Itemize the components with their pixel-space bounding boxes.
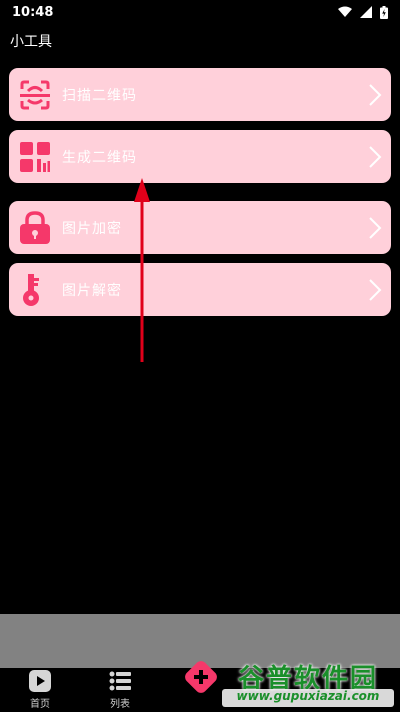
nav-label: 首页 bbox=[30, 699, 50, 710]
battery-icon bbox=[380, 5, 388, 19]
tool-card-encrypt-image[interactable]: 图片加密 bbox=[9, 201, 391, 254]
chevron-right-icon bbox=[369, 146, 382, 168]
nav-item-home[interactable]: 首页 bbox=[10, 670, 70, 710]
nav-label: 列表 bbox=[110, 699, 130, 710]
chevron-right-icon bbox=[369, 279, 382, 301]
tool-label: 扫描二维码 bbox=[62, 88, 137, 104]
wifi-icon bbox=[338, 6, 352, 17]
tool-label: 生成二维码 bbox=[62, 150, 137, 166]
list-icon bbox=[109, 671, 131, 691]
watermark-logo: 谷普软件园 www.gupuxiazai.com bbox=[222, 658, 394, 710]
add-button[interactable] bbox=[182, 658, 220, 696]
nav-item-list[interactable]: 列表 bbox=[90, 670, 150, 710]
status-icons bbox=[338, 5, 388, 19]
chevron-right-icon bbox=[369, 217, 382, 239]
tool-card-decrypt-image[interactable]: 图片解密 bbox=[9, 263, 391, 316]
page-title: 小工具 bbox=[10, 34, 52, 50]
signal-icon bbox=[360, 6, 372, 18]
status-bar: 10:48 bbox=[0, 0, 400, 24]
scan-qr-icon bbox=[19, 79, 51, 111]
tool-label: 图片解密 bbox=[62, 283, 122, 299]
lock-icon bbox=[19, 211, 51, 244]
key-icon bbox=[19, 274, 51, 306]
qr-code-icon bbox=[19, 141, 51, 173]
watermark-url: www.gupuxiazai.com bbox=[222, 689, 394, 707]
chevron-right-icon bbox=[369, 84, 382, 106]
annotation-arrow-icon bbox=[134, 178, 150, 362]
app-screen: 10:48 小工具 扫描二维码 生成二维码 图片加密 图片解密 首页 列表 谷普… bbox=[0, 0, 400, 712]
status-time: 10:48 bbox=[12, 4, 54, 20]
tool-card-scan-qr[interactable]: 扫描二维码 bbox=[9, 68, 391, 121]
play-icon bbox=[29, 670, 51, 692]
tool-card-generate-qr[interactable]: 生成二维码 bbox=[9, 130, 391, 183]
tool-label: 图片加密 bbox=[62, 221, 122, 237]
